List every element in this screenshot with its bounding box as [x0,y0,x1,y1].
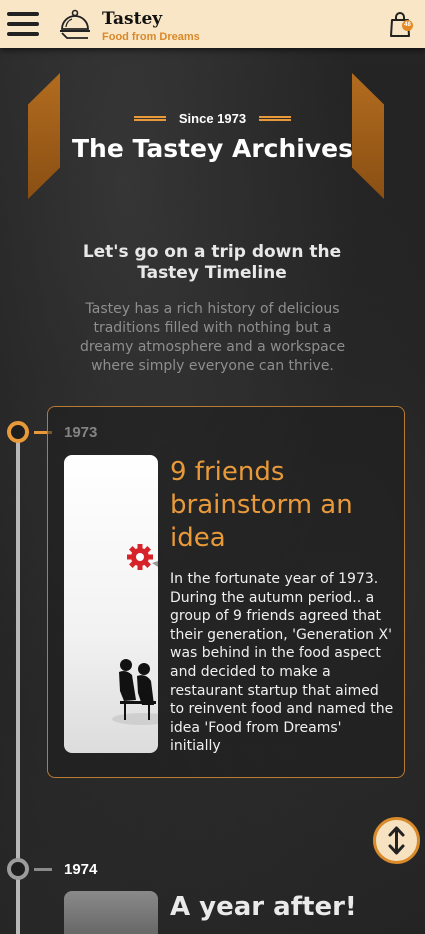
scroll-toggle-button[interactable] [373,817,420,864]
brand-tagline: Food from Dreams [102,31,200,43]
brainstorm-illustration [112,544,158,725]
menu-icon [7,12,39,16]
intro-heading: Let's go on a trip down the Tastey Timel… [82,242,342,283]
timeline-card-image [64,891,158,934]
timeline-card-image [64,455,158,753]
gear-icon [127,544,153,570]
timeline-card-body: In the fortunate year of 1973. During th… [170,571,394,755]
decorative-line [133,116,166,121]
decorative-line [259,116,292,121]
since-label: Since 1973 [178,111,247,126]
timeline-year: 1974 [64,861,98,878]
timeline-card-title: A year after! [170,892,357,922]
menu-button[interactable] [7,10,41,38]
timeline-node-active [7,421,29,443]
cart-count-badge: 48 [402,20,413,31]
cart-button[interactable]: 48 [389,12,413,38]
intro-text: Tastey has a rich history of delicious t… [79,301,346,374]
cloche-icon[interactable] [58,7,92,41]
timeline-card-title: 9 friends brainstorm an idea [170,457,353,553]
timeline-node [7,858,29,880]
page-title: The Tastey Archives [72,134,353,163]
since-row: Since 1973 [0,108,425,126]
vertical-arrows-icon [388,826,405,855]
timeline-connector [34,868,52,871]
site-header: Tastey Food from Dreams 48 [0,0,425,48]
brand-name[interactable]: Tastey [102,9,162,29]
